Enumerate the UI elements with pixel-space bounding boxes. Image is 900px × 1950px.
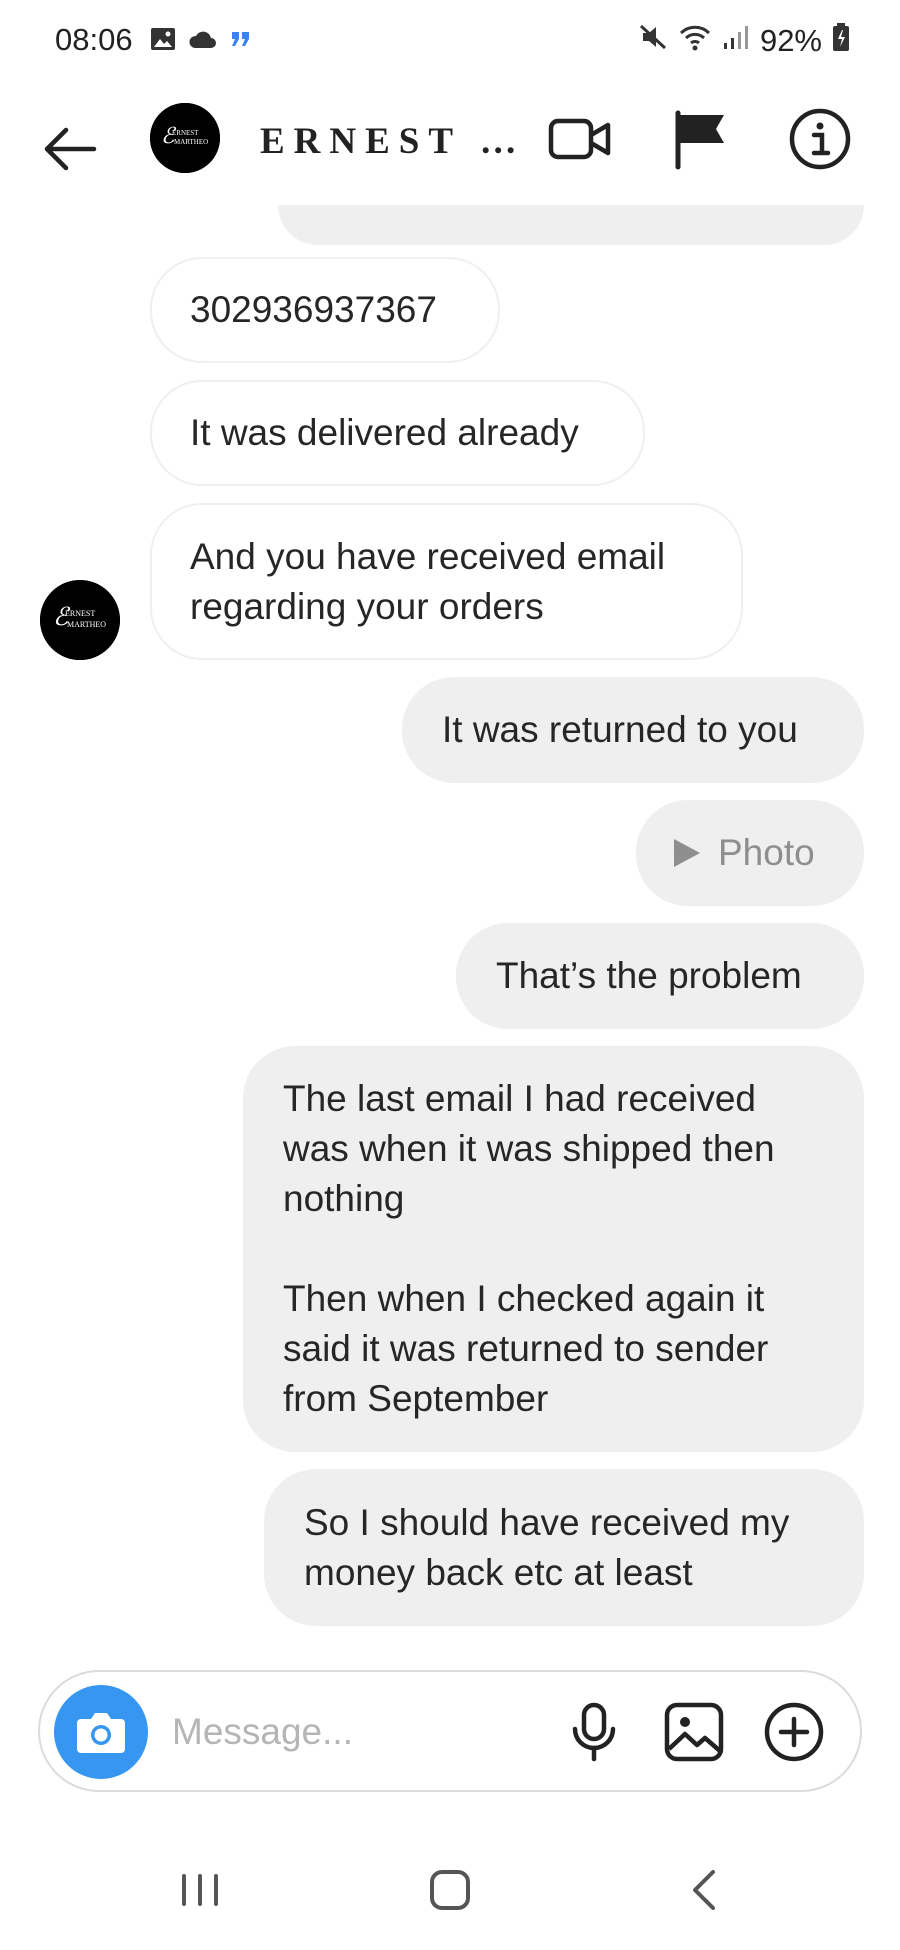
message-bubble-incoming[interactable]: 302936937367	[150, 257, 500, 363]
cloud-icon	[188, 28, 218, 55]
voice-message-button[interactable]	[563, 1701, 625, 1763]
mute-icon	[638, 22, 668, 60]
back-button[interactable]	[38, 117, 102, 181]
message-composer	[38, 1670, 862, 1792]
camera-icon	[77, 1713, 125, 1753]
signal-icon	[722, 23, 750, 59]
recent-apps-button[interactable]	[170, 1860, 230, 1920]
contact-name[interactable]: ERNEST …	[260, 120, 526, 163]
gallery-status-icon	[150, 26, 176, 57]
status-icons-left	[150, 26, 252, 57]
more-options-button[interactable]	[763, 1701, 825, 1763]
contact-avatar[interactable]: ℰ ERNEST MARTHEO	[150, 103, 220, 173]
message-bubble-outgoing[interactable]: That’s the problem	[456, 923, 864, 1029]
gallery-icon	[664, 1702, 724, 1762]
brand-logo-icon: ℰ ERNEST MARTHEO	[150, 103, 220, 173]
report-button[interactable]	[670, 107, 734, 171]
message-input[interactable]	[170, 1698, 544, 1766]
wifi-icon	[678, 22, 712, 60]
status-icons-right: 92%	[638, 22, 850, 60]
plus-circle-icon	[764, 1702, 824, 1762]
status-bar: 08:06 92%	[0, 0, 900, 85]
camera-button[interactable]	[54, 1685, 148, 1779]
message-bubble-outgoing[interactable]: So I should have received my money back …	[264, 1469, 864, 1626]
message-bubble-partial[interactable]	[278, 205, 864, 245]
battery-text: 92%	[759, 23, 822, 58]
microphone-icon	[572, 1702, 616, 1762]
message-bubble-outgoing[interactable]: The last email I had received was when i…	[243, 1046, 864, 1452]
home-button[interactable]	[420, 1860, 480, 1920]
flag-icon	[675, 110, 724, 170]
photo-message-bubble[interactable]: Photo	[636, 800, 864, 906]
status-time: 08:06	[55, 22, 133, 57]
gallery-button[interactable]	[663, 1701, 725, 1763]
brand-logo-icon: ℰ ERNEST MARTHEO	[40, 580, 120, 660]
video-call-button[interactable]	[548, 107, 612, 171]
quote-icon	[230, 30, 252, 53]
svg-text:ERNEST: ERNEST	[65, 609, 95, 618]
home-icon	[430, 1870, 470, 1910]
info-icon	[789, 108, 851, 170]
message-bubble-outgoing[interactable]: It was returned to you	[402, 677, 864, 783]
svg-text:MARTHEO: MARTHEO	[67, 620, 106, 629]
sender-avatar[interactable]: ℰ ERNEST MARTHEO	[40, 580, 120, 660]
photo-label: Photo	[718, 832, 815, 873]
video-call-icon	[548, 118, 611, 160]
message-bubble-incoming[interactable]: It was delivered already	[150, 380, 645, 486]
svg-text:ERNEST: ERNEST	[172, 129, 199, 137]
chat-header: ℰ ERNEST MARTHEO ERNEST …	[0, 85, 900, 205]
back-icon	[693, 1870, 715, 1910]
nav-back-button[interactable]	[675, 1860, 735, 1920]
recent-apps-icon	[182, 1874, 218, 1906]
system-nav-bar	[0, 1830, 900, 1950]
play-icon	[674, 839, 700, 867]
message-bubble-incoming[interactable]: And you have received email regarding yo…	[150, 503, 743, 660]
battery-icon	[832, 22, 850, 60]
message-list[interactable]: 302936937367 It was delivered already An…	[0, 205, 900, 1660]
svg-text:MARTHEO: MARTHEO	[174, 138, 208, 146]
info-button[interactable]	[788, 107, 852, 171]
back-arrow-icon	[44, 127, 97, 171]
